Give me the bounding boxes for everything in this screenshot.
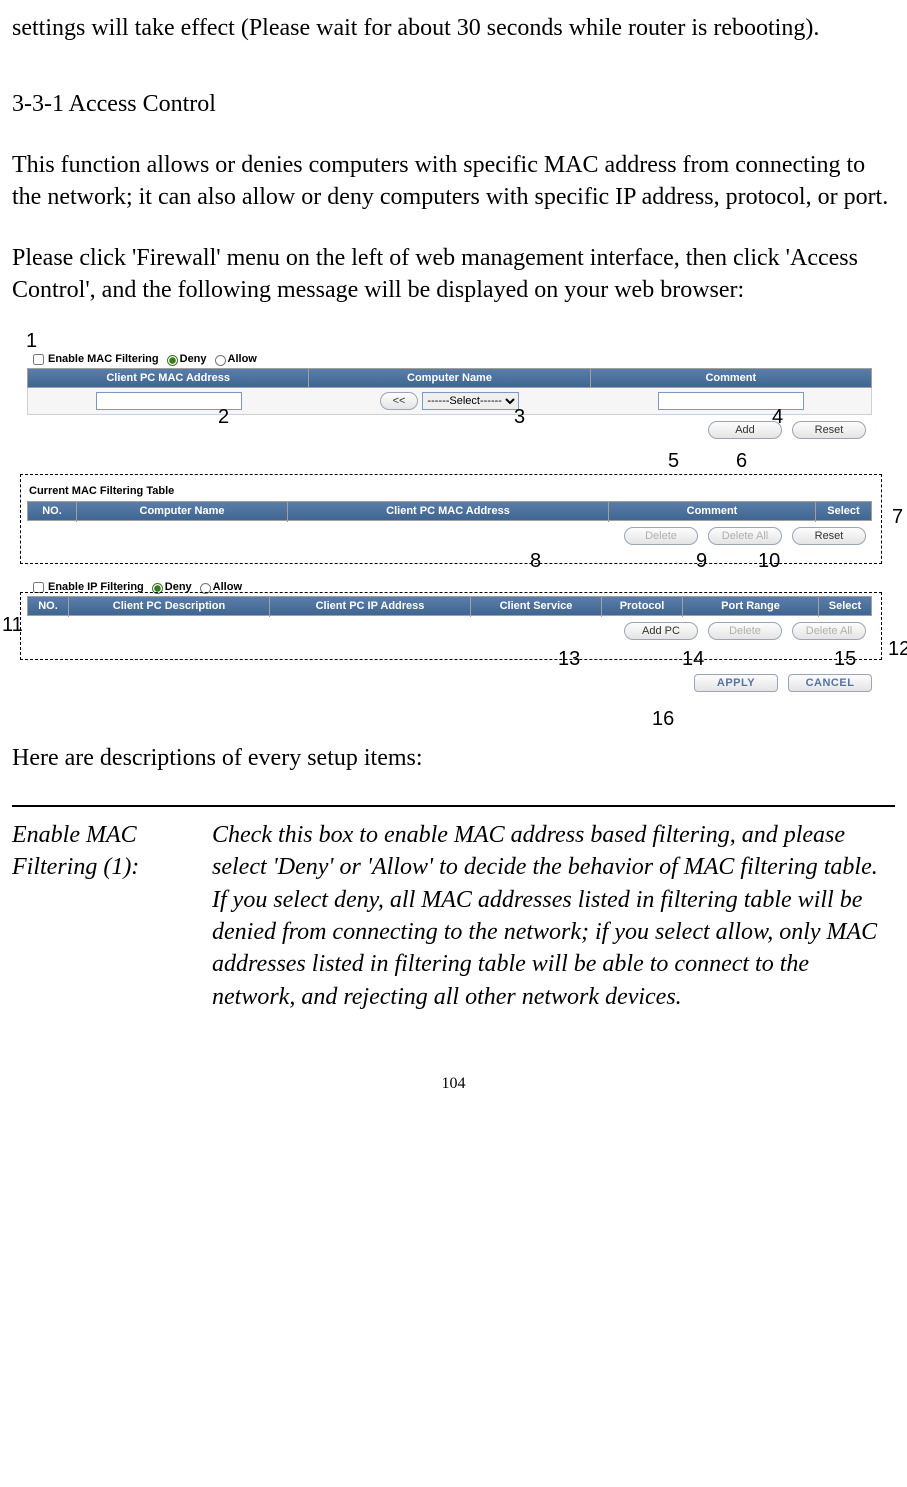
section-heading: 3-3-1 Access Control [12,88,895,120]
annot-10: 10 [758,548,780,575]
paragraph-1: This function allows or denies computers… [12,149,895,214]
annot-13: 13 [558,646,580,673]
annot-12: 12 [888,636,907,663]
desc-intro: Here are descriptions of every setup ite… [12,742,895,774]
ip-col-desc: Client PC Description [69,596,270,617]
cur-col-name: Computer Name [77,501,288,522]
ip-col-service: Client Service [471,596,602,617]
cur-reset-button[interactable]: Reset [792,527,866,545]
paragraph-2: Please click 'Firewall' menu on the left… [12,242,895,307]
ip-deny-label: Deny [165,580,192,595]
current-mac-title: Current MAC Filtering Table [27,484,872,499]
ip-col-select: Select [819,596,871,617]
cur-delete-all-button[interactable]: Delete All [708,527,782,545]
ip-allow-radio[interactable] [200,583,211,594]
mac-col-name: Computer Name [309,368,590,389]
mac-header-row: Client PC MAC Address Computer Name Comm… [27,368,872,388]
annot-1: 1 [26,328,37,355]
cancel-button[interactable]: CANCEL [788,674,872,692]
ip-allow-label: Allow [213,580,242,595]
annot-6: 6 [736,448,747,475]
ip-filtering-panel: Enable IP Filtering Deny Allow NO. Clien… [27,578,872,656]
mac-add-button[interactable]: Add [708,421,782,439]
mac-col-mac: Client PC MAC Address [28,368,309,389]
annot-16: 16 [652,706,674,733]
enable-ip-label: Enable IP Filtering [48,580,144,595]
current-header-row: NO. Computer Name Client PC MAC Address … [27,501,872,521]
annot-14: 14 [682,646,704,673]
copy-button[interactable]: << [380,392,419,410]
ip-col-range: Port Range [683,596,819,617]
ip-col-ip: Client PC IP Address [270,596,471,617]
intro-text: settings will take effect (Please wait f… [12,12,895,44]
mac-allow-radio[interactable] [215,355,226,366]
annot-11: 11 [2,612,23,639]
cur-col-no: NO. [28,501,77,522]
final-button-row: APPLY CANCEL [27,674,878,692]
ip-deny-radio[interactable] [152,583,163,594]
annot-8: 8 [530,548,541,575]
separator [12,805,895,807]
annot-9: 9 [696,548,707,575]
enable-mac-label: Enable MAC Filtering [48,352,159,367]
desc-text: Check this box to enable MAC address bas… [212,819,895,1013]
enable-mac-checkbox[interactable] [33,354,44,365]
ip-delete-all-button[interactable]: Delete All [792,622,866,640]
cur-col-select: Select [816,501,871,522]
ip-header-row: NO. Client PC Description Client PC IP A… [27,596,872,616]
annot-15: 15 [834,646,856,673]
ip-topbar: Enable IP Filtering Deny Allow [27,578,872,596]
mac-topbar: Enable MAC Filtering Deny Allow [27,350,872,368]
mac-input-row: << ------Select------ [27,388,872,415]
cur-delete-button[interactable]: Delete [624,527,698,545]
computer-select[interactable]: ------Select------ [422,392,519,410]
mac-deny-radio[interactable] [167,355,178,366]
annot-5: 5 [668,448,679,475]
screenshot-figure: Enable MAC Filtering Deny Allow Client P… [12,334,887,734]
ip-col-proto: Protocol [602,596,683,617]
annot-7: 7 [892,504,903,531]
mac-reset-button[interactable]: Reset [792,421,866,439]
ip-col-no: NO. [28,596,69,617]
annot-4: 4 [772,404,783,431]
cur-col-mac: Client PC MAC Address [288,501,609,522]
ip-delete-button[interactable]: Delete [708,622,782,640]
apply-button[interactable]: APPLY [694,674,778,692]
mac-col-comment: Comment [591,368,871,389]
ip-add-pc-button[interactable]: Add PC [624,622,698,640]
annot-2: 2 [218,404,229,431]
mac-allow-label: Allow [228,352,257,367]
annot-3: 3 [514,404,525,431]
desc-label: Enable MAC Filtering (1): [12,819,212,1013]
mac-deny-label: Deny [180,352,207,367]
desc-row-1: Enable MAC Filtering (1): Check this box… [12,819,895,1013]
enable-ip-checkbox[interactable] [33,582,44,593]
cur-col-comment: Comment [609,501,816,522]
current-mac-panel: Current MAC Filtering Table NO. Computer… [27,484,872,560]
page-number: 104 [12,1073,895,1095]
